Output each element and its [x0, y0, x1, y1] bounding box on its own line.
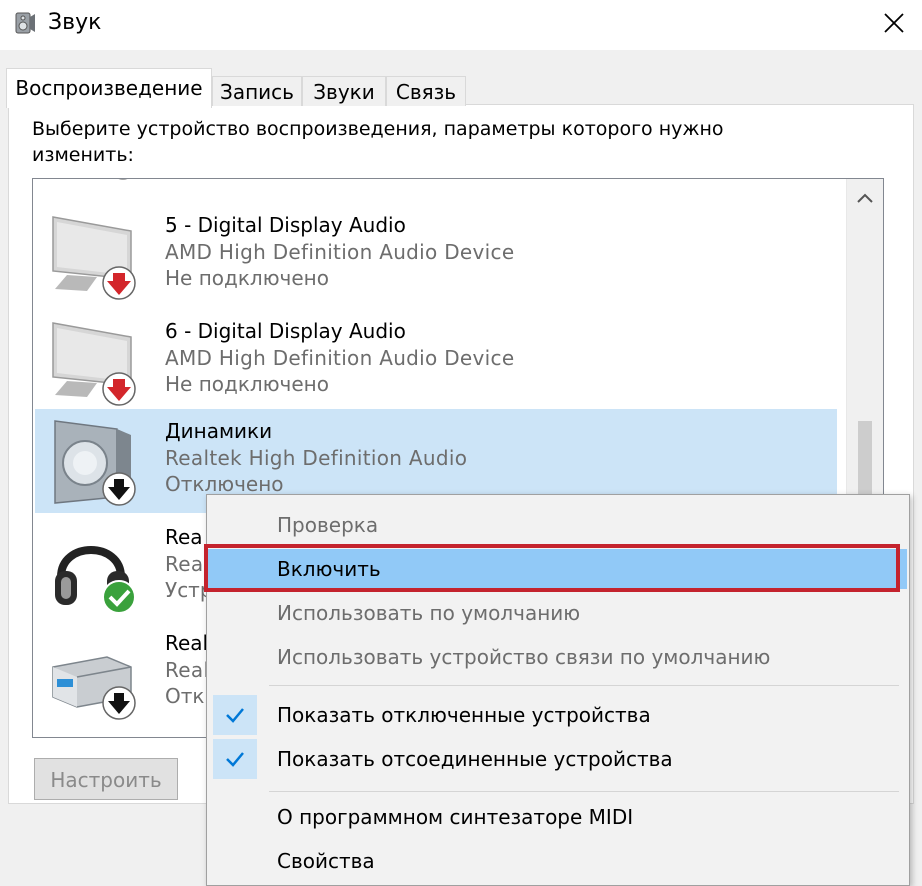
partial-device-icon: [118, 179, 128, 180]
menu-item-set-default-communication[interactable]: Использовать устройство связи по умолчан…: [207, 637, 907, 677]
device-name: 6 - Digital Display Audio: [165, 319, 406, 343]
device-status: Не подключено: [165, 372, 329, 396]
device-item[interactable]: 5 - Digital Display Audio AMD High Defin…: [35, 203, 837, 307]
device-driver: AMD High Definition Audio Device: [165, 240, 515, 264]
device-item[interactable]: 6 - Digital Display Audio AMD High Defin…: [35, 309, 837, 413]
menu-item-show-disabled[interactable]: Показать отключенные устройства: [207, 695, 907, 735]
black-arrow-down-icon: [102, 686, 136, 720]
black-arrow-down-icon: [102, 472, 136, 506]
menu-separator: [269, 791, 899, 792]
instruction-text: Выберите устройство воспроизведения, пар…: [32, 118, 724, 166]
device-name: 5 - Digital Display Audio: [165, 213, 406, 237]
speaker-icon: [10, 9, 38, 37]
red-arrow-down-icon: [102, 372, 136, 406]
monitor-icon: [52, 322, 136, 406]
device-name: Rea: [165, 525, 203, 549]
tab-sounds[interactable]: Звуки: [302, 76, 386, 106]
device-driver: Real: [165, 658, 210, 682]
monitor-icon: [52, 216, 136, 300]
close-icon: [884, 13, 904, 33]
green-check-icon: [102, 580, 136, 614]
menu-item-set-default[interactable]: Использовать по умолчанию: [207, 593, 907, 633]
title-bar: Звук: [0, 0, 922, 50]
device-name: Real: [165, 631, 209, 655]
speaker-icon: [54, 420, 136, 506]
device-name: Динамики: [165, 419, 273, 443]
tab-playback[interactable]: Воспроизведение: [6, 68, 212, 108]
close-button[interactable]: [866, 0, 922, 46]
headphones-icon: [55, 546, 136, 614]
configure-button[interactable]: Настроить: [34, 758, 178, 800]
tab-recording[interactable]: Запись: [212, 76, 302, 106]
red-arrow-down-icon: [102, 266, 136, 300]
device-driver: Rea: [165, 552, 204, 576]
device-status: Не подключено: [165, 266, 329, 290]
window-title: Звук: [48, 10, 102, 35]
sound-dialog: Звук Воспроизведение Запись Звуки Связь …: [0, 0, 922, 886]
receiver-icon: [52, 656, 136, 720]
device-status: Отключено: [165, 472, 284, 496]
chevron-up-icon[interactable]: [855, 191, 875, 205]
device-driver: Realtek High Definition Audio: [165, 446, 468, 470]
menu-item-show-disconnected[interactable]: Показать отсоединенные устройства: [207, 739, 907, 779]
menu-separator: [269, 685, 899, 686]
device-status: Отк: [165, 684, 205, 708]
tab-communications[interactable]: Связь: [386, 76, 466, 106]
menu-item-test[interactable]: Проверка: [207, 505, 907, 545]
tab-strip: Воспроизведение Запись Звуки Связь: [0, 64, 922, 108]
menu-item-properties[interactable]: Свойства: [207, 841, 907, 881]
context-menu: Проверка Включить Использовать по умолча…: [206, 494, 910, 886]
menu-item-midi-synth[interactable]: О программном синтезаторе MIDI: [207, 797, 907, 837]
device-driver: AMD High Definition Audio Device: [165, 346, 515, 370]
menu-item-enable[interactable]: Включить: [207, 549, 907, 589]
